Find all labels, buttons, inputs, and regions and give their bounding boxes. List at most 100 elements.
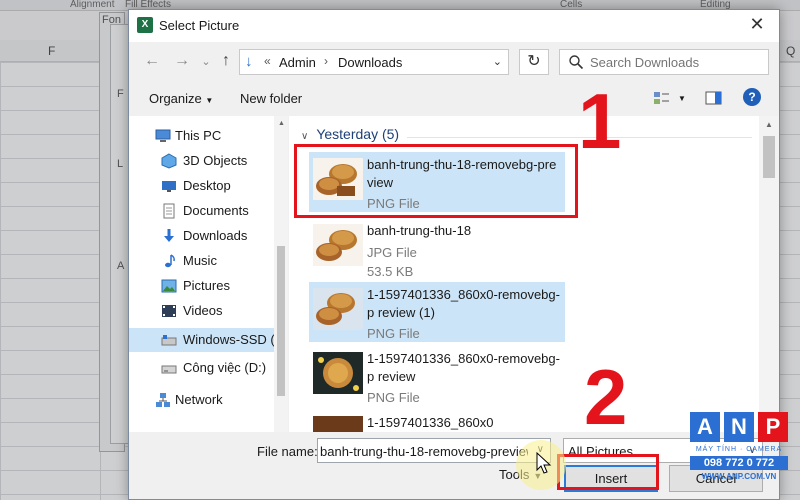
3d-objects-icon <box>161 153 177 169</box>
file-item[interactable]: 1-1597401336_860x0-removebg-p review (1)… <box>309 282 565 342</box>
scroll-up-icon[interactable]: ▲ <box>278 120 285 127</box>
dialog-footer: File name: ∨ All Pictures ∨ Tools▼ Inser… <box>129 432 779 499</box>
logo-letter: N <box>724 412 754 442</box>
nav-pane-scrollbar[interactable]: ▲ <box>274 116 288 432</box>
select-picture-dialog: X Select Picture ✕ ← → ⌄ ↑ ↓ « Admin › D… <box>128 9 780 500</box>
step-1-number: 1 <box>578 77 622 165</box>
breadcrumb-downloads[interactable]: Downloads <box>338 55 402 70</box>
videos-icon <box>162 305 176 317</box>
up-arrow-icon[interactable]: ↑ <box>215 52 237 70</box>
forward-arrow-icon[interactable]: → <box>171 52 193 70</box>
address-dropdown-icon[interactable]: ⌄ <box>493 55 502 68</box>
nav-item-this-pc[interactable]: This PC <box>129 124 286 148</box>
dialog-title: Select Picture <box>159 18 240 33</box>
nav-label: 3D Objects <box>183 153 248 168</box>
nav-label: Công việc (D:) <box>183 360 267 375</box>
back-arrow-icon[interactable]: ← <box>141 52 163 70</box>
nav-label: This PC <box>175 128 222 143</box>
new-folder-button[interactable]: New folder <box>240 91 302 106</box>
desktop-icon <box>162 181 176 192</box>
preview-pane-icon[interactable] <box>705 90 723 106</box>
search-box[interactable] <box>559 49 769 75</box>
organize-label: Organize <box>149 91 202 106</box>
mouse-cursor-icon <box>536 452 552 474</box>
nav-item-desktop[interactable]: Desktop <box>129 174 286 198</box>
navigation-bar: ← → ⌄ ↑ ↓ « Admin › Downloads ⌄ ↻ <box>129 42 779 82</box>
file-name-input[interactable] <box>320 442 528 460</box>
nav-item-documents[interactable]: Documents <box>129 199 286 223</box>
command-toolbar: Organize ▼ New folder ▼ ? <box>129 82 779 114</box>
step-2-highlight-box <box>557 454 659 490</box>
nav-label: Pictures <box>183 278 230 293</box>
organize-menu[interactable]: Organize ▼ <box>149 91 213 106</box>
anp-watermark: A N P MÁY TÍNH · CAMERA 098 772 0 772 WW… <box>690 412 790 492</box>
mooncake-thumbnail <box>313 288 363 330</box>
nav-label: Documents <box>183 203 249 218</box>
logo-letter: A <box>690 412 720 442</box>
nav-item-music[interactable]: Music <box>129 249 286 273</box>
watermark-phone: 098 772 0 772 <box>690 456 788 470</box>
nav-item-pictures[interactable]: Pictures <box>129 274 286 298</box>
nav-label: Downloads <box>183 228 248 243</box>
scrollbar-thumb[interactable] <box>277 246 285 396</box>
file-name: 1-1597401336_860x0-removebg-p review <box>367 351 560 384</box>
file-item[interactable]: banh-trung-thu-18 JPG File 53.5 KB <box>309 218 565 279</box>
nav-label: Desktop <box>183 178 231 193</box>
file-size: 53.5 KB <box>367 264 414 279</box>
help-button[interactable]: ? <box>743 88 761 106</box>
nav-item-windows-ssd[interactable]: Windows-SSD (C <box>129 328 286 352</box>
file-type: JPG File <box>367 245 417 260</box>
logo-letter: P <box>758 412 788 442</box>
mooncake-thumbnail <box>313 224 363 266</box>
breadcrumb-admin[interactable]: Admin <box>279 55 316 70</box>
downloads-folder-icon: ↓ <box>245 53 253 70</box>
file-name: 1-1597401336_860x0 <box>367 415 494 430</box>
anp-logo: A N P <box>690 412 788 444</box>
nav-label: Windows-SSD (C <box>183 332 285 347</box>
watermark-tagline: MÁY TÍNH · CAMERA <box>695 446 783 453</box>
mooncake-thumbnail <box>313 416 363 432</box>
nav-item-cong-viec[interactable]: Công việc (D:) <box>129 356 286 380</box>
network-icon <box>156 393 170 407</box>
music-icon <box>165 254 175 268</box>
close-button[interactable]: ✕ <box>745 14 769 35</box>
change-view-icon[interactable] <box>653 90 671 106</box>
view-options-chevron-icon[interactable]: ▼ <box>678 94 686 103</box>
collapse-chevron-icon[interactable]: ∨ <box>301 131 308 142</box>
file-name-label: File name: <box>257 444 318 459</box>
scrollbar-thumb[interactable] <box>763 136 775 178</box>
drive-d-icon <box>161 365 177 374</box>
group-header-label: Yesterday (5) <box>316 126 400 142</box>
breadcrumb-separator-icon[interactable]: › <box>324 54 328 68</box>
address-bar[interactable]: ↓ « Admin › Downloads ⌄ <box>239 49 509 75</box>
search-icon <box>569 55 584 70</box>
step-1-highlight-box <box>294 144 578 218</box>
navigation-pane: This PC 3D Objects Desktop Documents Dow… <box>129 116 287 432</box>
file-list-scrollbar[interactable]: ▲ <box>759 116 779 432</box>
nav-item-3d-objects[interactable]: 3D Objects <box>129 149 286 173</box>
file-name: banh-trung-thu-18 <box>367 223 472 238</box>
group-header-yesterday[interactable]: ∨ Yesterday (5) <box>301 126 399 142</box>
recent-locations-chevron-icon[interactable]: ⌄ <box>195 55 217 68</box>
documents-icon <box>163 203 175 219</box>
file-type: PNG File <box>367 326 420 341</box>
this-pc-icon <box>155 129 171 142</box>
mooncake-thumbnail <box>313 352 363 394</box>
step-2-number: 2 <box>584 353 628 441</box>
file-item[interactable]: 1-1597401336_860x0 <box>309 410 565 432</box>
refresh-button[interactable]: ↻ <box>519 49 549 75</box>
nav-item-videos[interactable]: Videos <box>129 299 286 323</box>
file-type: PNG File <box>367 390 420 405</box>
file-name: 1-1597401336_860x0-removebg-p review (1) <box>367 287 560 320</box>
drive-c-icon <box>161 335 177 346</box>
downloads-icon <box>164 229 174 242</box>
nav-item-network[interactable]: Network <box>129 388 286 412</box>
search-input[interactable] <box>590 53 760 71</box>
nav-item-downloads[interactable]: Downloads <box>129 224 286 248</box>
file-item[interactable]: 1-1597401336_860x0-removebg-p review PNG… <box>309 346 565 406</box>
nav-label: Network <box>175 392 223 407</box>
scroll-up-icon[interactable]: ▲ <box>765 120 773 129</box>
address-overflow-icon[interactable]: « <box>264 54 271 68</box>
pictures-icon <box>161 279 177 293</box>
nav-label: Videos <box>183 303 223 318</box>
